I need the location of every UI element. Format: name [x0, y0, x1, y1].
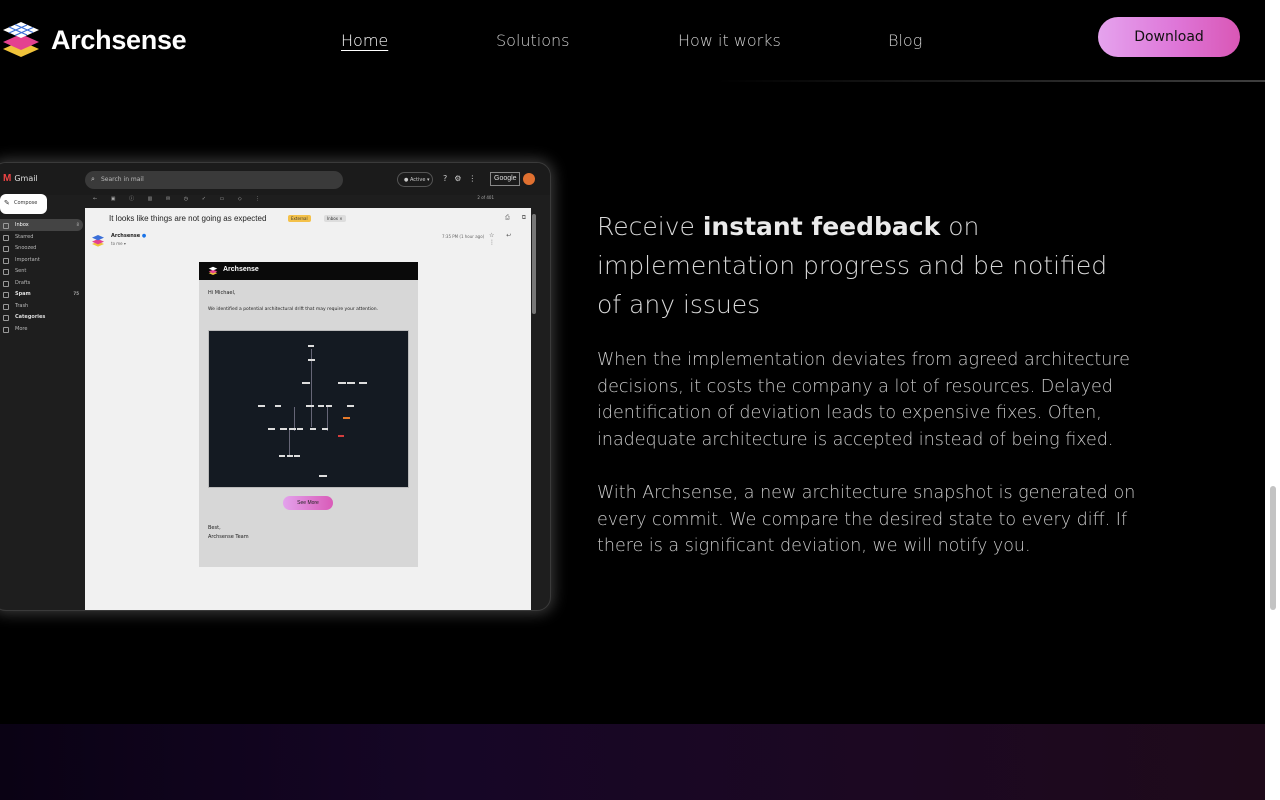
gmail-sidebar-item: Sent: [0, 265, 83, 277]
nav-solutions[interactable]: Solutions: [496, 31, 570, 50]
gmail-search: ⌕ Search in mail: [85, 171, 343, 189]
help-icon: ?: [443, 174, 448, 183]
gmail-screenshot: M Gmail ⌕ Search in mail ● Active ▾ ? ⚙ …: [0, 162, 551, 611]
gmail-brand: M Gmail: [3, 173, 38, 184]
gmail-compose: ✎ Compose: [0, 194, 47, 214]
email-subject: It looks like things are not going as ex…: [109, 214, 267, 223]
page-scrollbar-thumb[interactable]: [1270, 486, 1276, 610]
headline-bold: instant feedback: [702, 212, 941, 241]
avatar: [523, 173, 535, 185]
download-button[interactable]: Download: [1098, 17, 1240, 57]
gmail-sidebar: Inbox 8 Starred Snoozed Important Sent Dr…: [0, 219, 83, 334]
archsense-logo-icon: [208, 266, 218, 276]
gmail-search-placeholder: Search in mail: [101, 176, 144, 183]
next-section-background: [0, 724, 1265, 800]
sidebar-label: Spam: [15, 291, 31, 297]
feature-paragraph-2: With Archsense, a new architecture snaps…: [597, 483, 1136, 557]
toolbar-icons: ← ▣ ⓘ ▥ ✉ ◷ ✓ ▭ ◇ ⋮: [93, 196, 267, 202]
gmail-app-name: Gmail: [14, 174, 38, 183]
sidebar-label: Drafts: [15, 279, 31, 286]
email-greeting: Hi Michael,: [208, 290, 236, 296]
inbox-badge: Inbox ×: [324, 215, 346, 222]
nav-how-it-works[interactable]: How it works: [678, 31, 781, 50]
gmail-status-label: Active: [409, 177, 426, 183]
sidebar-label: Sent: [15, 268, 27, 274]
gmail-sidebar-item: Trash: [0, 300, 83, 312]
gmail-sidebar-item: Categories: [0, 311, 83, 323]
page-scrollbar[interactable]: [1265, 0, 1280, 800]
email-recipient: to me ▾: [111, 241, 126, 246]
gmail-compose-label: Compose: [14, 200, 38, 206]
gmail-sidebar-item: Spam 75: [0, 288, 83, 300]
sidebar-label: More: [15, 325, 28, 332]
nav-home[interactable]: Home: [341, 31, 388, 50]
gmail-sidebar-item: Snoozed: [0, 242, 83, 254]
email-message: We identified a potential architectural …: [208, 307, 379, 312]
see-more-button: See More: [283, 496, 333, 510]
brand-name: Archsense: [51, 24, 187, 55]
sidebar-count: 75: [73, 291, 79, 296]
sender-logo-icon: [92, 235, 104, 247]
gear-icon: ⚙: [454, 174, 462, 183]
gmail-top-icons: ? ⚙ ⋮: [443, 174, 476, 183]
gmail-logo-icon: M: [3, 173, 12, 184]
email-sender: Archsense ●: [111, 233, 146, 239]
archsense-logo-icon: [3, 22, 39, 57]
signature-line: Best,: [208, 525, 221, 531]
sidebar-label: Categories: [15, 314, 46, 320]
feature-headline: Receive instant feedback on implementati…: [597, 207, 1137, 324]
email-body: Archsense Hi Michael, We identified a po…: [199, 262, 418, 567]
external-badge: External: [288, 215, 311, 222]
sidebar-label: Starred: [15, 233, 34, 240]
sender-name: Archsense: [111, 233, 141, 239]
gmail-message-pane: It looks like things are not going as ex…: [85, 208, 531, 610]
gmail-pager: 2 of 401: [477, 195, 494, 200]
headline-pre: Receive: [597, 212, 703, 241]
sidebar-label: Snoozed: [15, 245, 37, 251]
sidebar-label: Trash: [15, 302, 29, 309]
site-header: Archsense Home Solutions How it works Bl…: [0, 0, 1265, 82]
feature-paragraph-1: When the implementation deviates from ag…: [597, 350, 1130, 450]
gmail-sidebar-item: Starred: [0, 231, 83, 243]
nav-blog[interactable]: Blog: [888, 31, 922, 50]
email-brand: Archsense: [223, 266, 259, 273]
apps-icon: ⋮: [468, 174, 477, 183]
gmail-sidebar-item: Important: [0, 254, 83, 266]
header-divider: [716, 80, 1265, 82]
email-signature: Best, Archsense Team: [208, 524, 249, 542]
gmail-sidebar-item: Inbox 8: [0, 219, 83, 231]
message-action-icons: ☆ ↩ ⋮: [489, 232, 517, 246]
search-icon: ⌕: [91, 175, 95, 183]
brand-logo[interactable]: Archsense: [2, 19, 187, 61]
gmail-sidebar-item: More: [0, 323, 83, 335]
google-account-label: Google: [490, 172, 520, 186]
signature-line: Archsense Team: [208, 534, 249, 540]
architecture-diagram-image: [208, 330, 409, 488]
verified-icon: ●: [141, 233, 147, 239]
sidebar-count: 8: [76, 222, 79, 227]
sidebar-label: Important: [15, 256, 40, 263]
gmail-topbar: M Gmail ⌕ Search in mail ● Active ▾ ? ⚙ …: [0, 163, 550, 195]
pencil-icon: ✎: [4, 199, 10, 207]
sidebar-label: Inbox: [15, 222, 29, 228]
email-header: Archsense: [199, 262, 418, 280]
gmail-scrollbar: [531, 208, 537, 610]
gmail-status: ● Active ▾: [397, 172, 433, 187]
gmail-toolbar: ← ▣ ⓘ ▥ ✉ ◷ ✓ ▭ ◇ ⋮ 2 of 401: [85, 193, 536, 205]
email-time: 7:35 PM (1 hour ago): [442, 234, 485, 239]
message-header-icons: ⎙ ⧉: [505, 214, 531, 221]
gmail-sidebar-item: Drafts: [0, 277, 83, 289]
